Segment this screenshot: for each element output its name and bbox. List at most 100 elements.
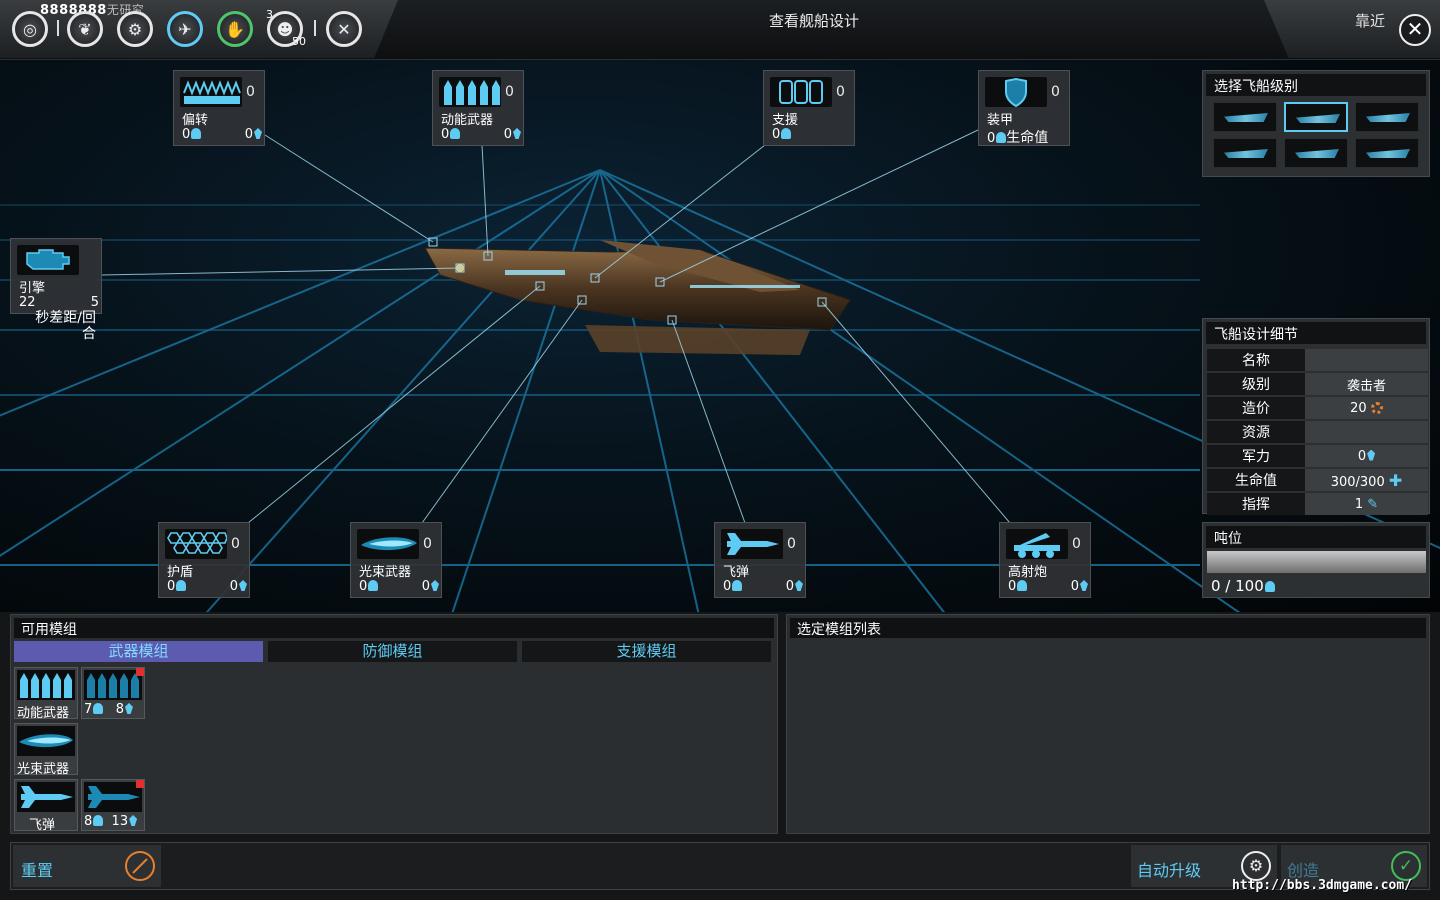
hex-shield-icon [165, 529, 227, 559]
module-stats: 8 13 [84, 814, 138, 829]
new-indicator [136, 668, 144, 676]
zoom-in-button[interactable]: 靠近 [1355, 10, 1385, 31]
reset-icon [125, 851, 155, 881]
slot-name: 动能武器 [441, 113, 494, 128]
slot-support[interactable]: 0 支援 0 [763, 70, 855, 146]
page-title: 查看舰船设计 [768, 12, 859, 30]
slot-armor[interactable]: 0 装甲 0 生命值 [978, 70, 1070, 146]
slot-count: 0 [423, 536, 432, 552]
ship-name-field[interactable] [1305, 349, 1428, 371]
beam-weapon-icon [357, 529, 419, 559]
power-icon [431, 580, 439, 591]
slot-name: 支援 [772, 113, 799, 128]
slot-stats: 00 [182, 127, 262, 142]
tab-weapon-modules[interactable]: 武器模组 [14, 641, 263, 662]
slot-kinetic[interactable]: 0 动能武器 00 [432, 70, 524, 146]
armor-shield-icon [985, 77, 1047, 107]
tonnage-panel: 吨位 0 / 100 [1202, 522, 1430, 598]
tab-defense-modules[interactable]: 防御模组 [268, 641, 517, 662]
hp-plus-icon: ✚ [1388, 470, 1403, 490]
gear-icon: ⚙ [1241, 851, 1271, 881]
module-beam[interactable]: 光束武器 [14, 723, 78, 777]
detail-row-hp: 生命值 300/300 ✚ [1207, 469, 1428, 491]
ship-model [424, 240, 851, 355]
slot-name: 飞弹 [723, 565, 750, 580]
slot-stats: 0 [772, 127, 852, 142]
module-missile[interactable]: 飞弹 [14, 779, 78, 833]
slot-name: 光束武器 [359, 565, 412, 580]
slot-stats: 00 [1008, 579, 1088, 594]
detail-row-power: 军力 0 [1207, 445, 1428, 467]
module-missile-upgrade[interactable]: 8 13 [81, 779, 145, 831]
details-title: 飞船设计细节 [1206, 322, 1426, 344]
detail-row-cost: 造价 20 [1207, 397, 1428, 419]
auto-upgrade-label: 自动升级 [1137, 861, 1202, 880]
slot-stats: 00 [441, 127, 521, 142]
power-icon [254, 128, 262, 139]
module-kinetic[interactable]: 动能武器 [14, 667, 78, 721]
engine-unit: 秒差距/回合 [35, 310, 96, 342]
tonnage-bar [1207, 551, 1426, 573]
cost-gear-icon [1370, 401, 1383, 414]
details-table: 名称 级别 袭击者 造价 20 资源 军力 0 生命值 300/300 ✚ 指挥 1 ✎ [1207, 347, 1428, 517]
slot-engine[interactable]: 引擎 22 5 [10, 238, 102, 314]
kinetic-weapon-upgrade-icon [84, 670, 142, 700]
tonnage-value: 0 / 100 [1211, 577, 1275, 595]
crew-icon [732, 580, 743, 591]
detail-row-command: 指挥 1 ✎ [1207, 493, 1428, 515]
ship-class-1[interactable] [1213, 102, 1277, 132]
available-modules-title: 可用模组 [14, 618, 774, 638]
population-count: 50 [292, 35, 306, 48]
tonnage-title: 吨位 [1206, 526, 1426, 548]
ship-class-5[interactable] [1284, 138, 1348, 168]
beam-weapon-icon [17, 726, 75, 756]
crew-icon [1017, 580, 1028, 591]
slot-beam[interactable]: 0 光束武器 00 [350, 522, 442, 598]
selected-modules-title: 选定模组列表 [790, 618, 1426, 638]
slot-name: 护盾 [167, 565, 194, 580]
ship-class-title: 选择飞船级别 [1206, 74, 1426, 96]
power-icon [795, 580, 803, 591]
module-label: 动能武器 [17, 706, 70, 721]
action-bar: 重置 自动升级 ⚙ 创造 ✓ [10, 842, 1430, 890]
crew-icon [1264, 581, 1275, 592]
slot-deflect[interactable]: 0 偏转 00 [173, 70, 265, 146]
ship-class-6[interactable] [1355, 138, 1419, 168]
missile-icon [17, 782, 75, 812]
detail-row-resource: 资源 [1207, 421, 1428, 443]
slot-stats: 00 [723, 579, 803, 594]
crew-icon [176, 580, 187, 591]
detail-row-name: 名称 [1207, 349, 1428, 371]
crew-icon [996, 132, 1007, 143]
deflect-icon [180, 77, 242, 107]
top-bar: 8888888无研究 ◎ ❦ ⚙ ✈ ✋ ☻ 3 50 ✕ 查看舰船设计 靠近 … [0, 0, 1440, 60]
check-icon: ✓ [1391, 851, 1421, 881]
command-icon: ✎ [1367, 496, 1379, 512]
slot-shield[interactable]: 0 护盾 00 [158, 522, 250, 598]
tab-support-modules[interactable]: 支援模组 [522, 641, 771, 662]
slot-stats: 00 [167, 579, 247, 594]
module-kinetic-upgrade[interactable]: 7 8 [81, 667, 145, 719]
slot-artillery[interactable]: 0 高射炮 00 [999, 522, 1091, 598]
slot-count: 0 [505, 84, 514, 100]
power-icon [1367, 449, 1376, 461]
module-stats: 7 8 [84, 702, 133, 717]
power-icon [1080, 580, 1088, 591]
ship-class-3[interactable] [1355, 102, 1419, 132]
missile-upgrade-icon [84, 782, 142, 812]
ship-class-2[interactable] [1284, 102, 1348, 132]
detail-row-class: 级别 袭击者 [1207, 373, 1428, 395]
crew-icon [368, 580, 379, 591]
engine-icon [17, 245, 79, 275]
slot-count: 0 [787, 536, 796, 552]
slot-name: 偏转 [182, 113, 209, 128]
reset-button[interactable]: 重置 [13, 845, 161, 887]
close-button[interactable]: ✕ [1399, 14, 1431, 46]
slot-missile[interactable]: 0 飞弹 00 [714, 522, 806, 598]
slot-count: 0 [1051, 84, 1060, 100]
slot-name: 高射炮 [1008, 565, 1048, 580]
slot-count: 0 [246, 84, 255, 100]
power-icon [513, 128, 521, 139]
ship-class-4[interactable] [1213, 138, 1277, 168]
slot-count: 0 [1072, 536, 1081, 552]
